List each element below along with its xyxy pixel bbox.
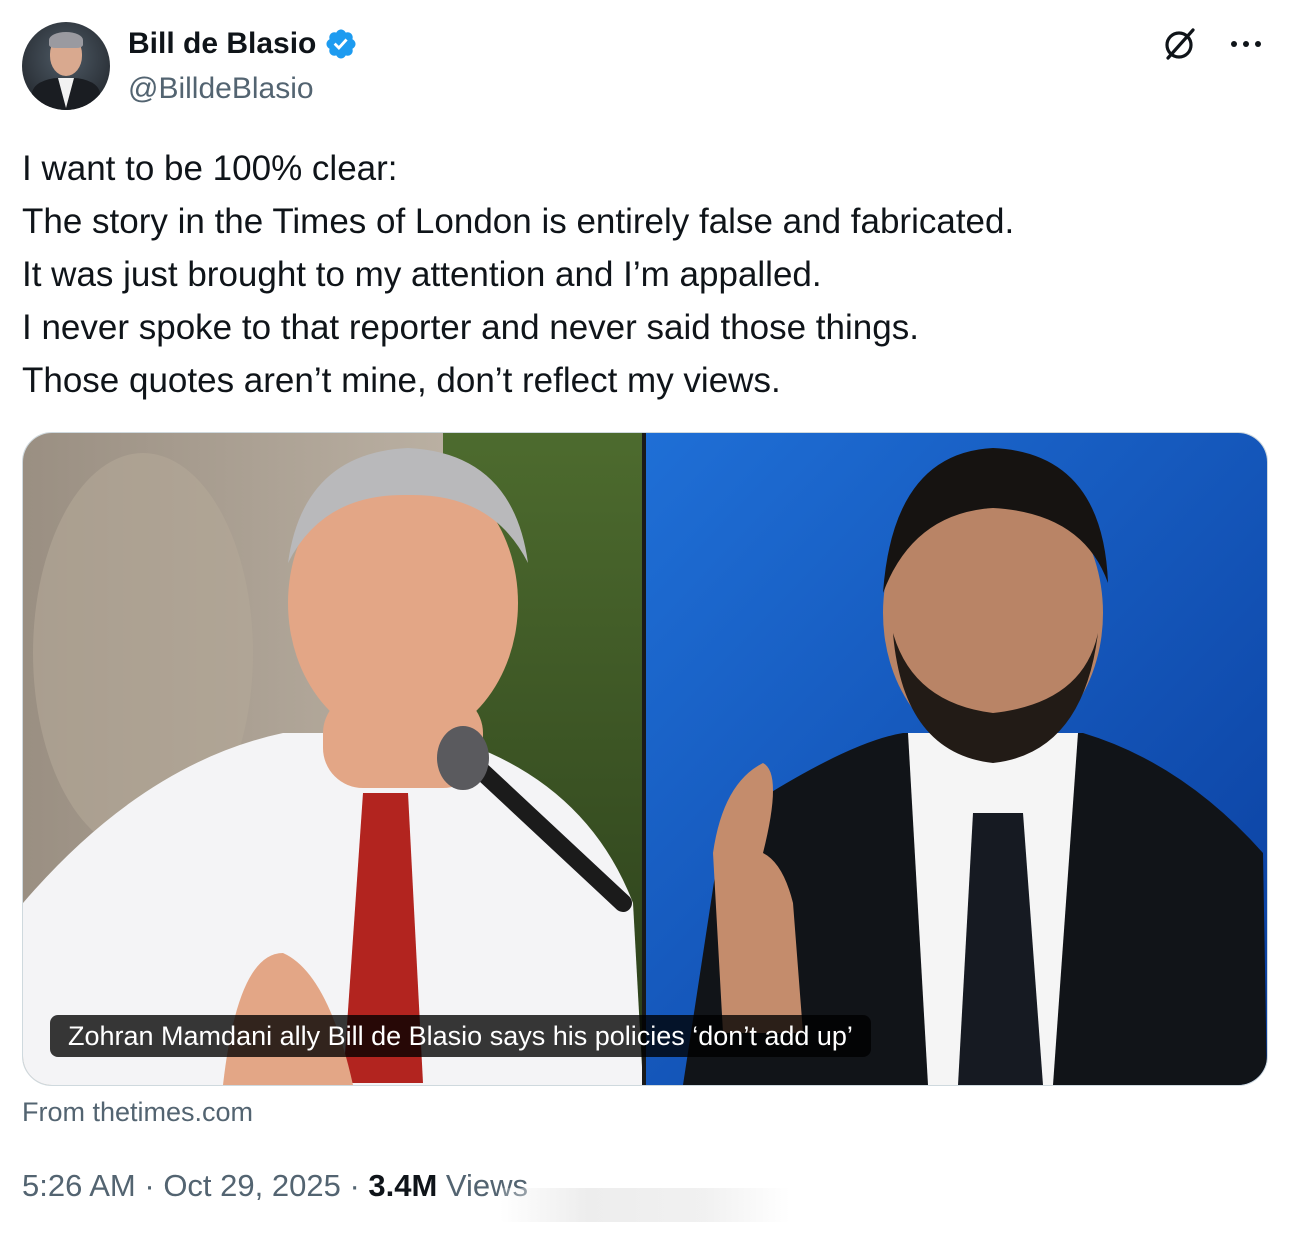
avatar-hair [49,32,83,48]
tweet-date[interactable]: Oct 29, 2025 [163,1168,341,1203]
tweet-line: I want to be 100% clear: [22,149,398,188]
tweet-line: Those quotes aren’t mine, don’t reflect … [22,361,781,400]
tweet-line: I never spoke to that reporter and never… [22,308,919,347]
link-card[interactable]: Zohran Mamdani ally Bill de Blasio says … [22,432,1268,1086]
tweet-actions-top [1160,24,1266,64]
author-name[interactable]: Bill de Blasio [128,24,316,64]
more-icon[interactable] [1226,24,1266,64]
avatar[interactable] [22,22,110,110]
photo-right [646,433,1267,1085]
tweet-text: I want to be 100% clear: The story in th… [22,142,1014,407]
meta-separator: · [135,1168,164,1203]
meta-separator: · [340,1168,369,1203]
views-count: 3.4M [368,1168,438,1203]
tweet-line: It was just brought to my attention and … [22,255,822,294]
tweet-meta: 5:26 AM · Oct 29, 2025 · 3.4M Views [22,1166,528,1206]
card-image [23,433,1267,1085]
card-source[interactable]: From thetimes.com [22,1094,253,1130]
grok-icon[interactable] [1160,24,1200,64]
author-handle[interactable]: @BilldeBlasio [128,70,314,108]
photo-left [23,433,643,1085]
tweet-time[interactable]: 5:26 AM [22,1168,136,1203]
verified-badge-icon [326,29,356,59]
watermark-overlay [500,1188,790,1222]
tweet-line: The story in the Times of London is enti… [22,202,1015,241]
author-name-row: Bill de Blasio [128,24,358,64]
card-caption: Zohran Mamdani ally Bill de Blasio says … [50,1015,871,1057]
